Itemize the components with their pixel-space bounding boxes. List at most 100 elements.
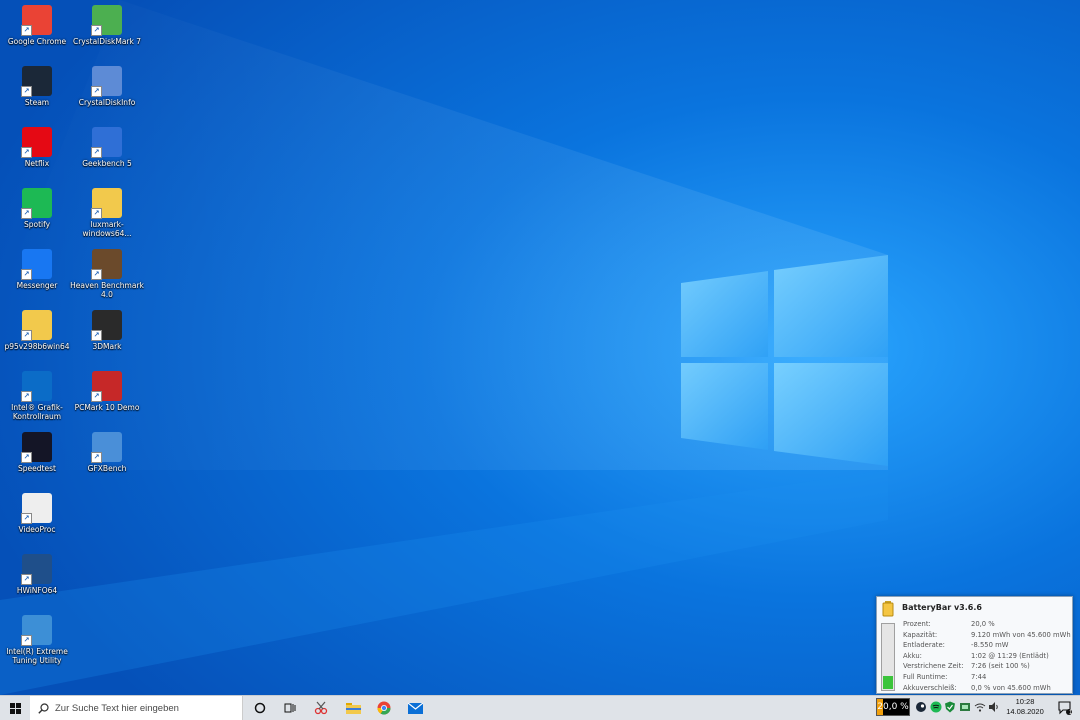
desktop-icon-label: PCMark 10 Demo [74,403,140,412]
batterybar-tray-meter[interactable]: 20,0 % [876,698,910,716]
desktop-icon-label: Intel® Grafik-Kontrollraum [11,403,63,421]
desktop-icon[interactable]: ↗ GFXBench [70,427,144,473]
shortcut-arrow-icon: ↗ [21,147,32,158]
battery-info-value: -8.550 mW [971,641,1009,650]
wifi-icon[interactable] [974,701,986,713]
desktop-icon[interactable]: ↗ HWiNFO64 [0,549,74,595]
cortana-icon [254,702,266,714]
shortcut-arrow-icon: ↗ [21,635,32,646]
hwinfo-icon: ↗ [21,554,52,585]
shortcut-arrow-icon: ↗ [91,86,102,97]
taskbar-chrome[interactable] [369,696,399,720]
crystaldiskinfo-icon: ↗ [91,66,122,97]
search-placeholder: Zur Suche Text hier eingeben [55,702,179,714]
battery-info-value: 7:26 (seit 100 %) [971,662,1030,671]
desktop-icon[interactable]: ↗ Heaven Benchmark 4.0 [70,244,144,299]
volume-icon[interactable] [988,701,1000,713]
desktop-icon-label: Google Chrome [7,37,67,46]
desktop-icon-label: p95v298b6win64 [4,342,70,351]
steam-icon: ↗ [21,66,52,97]
desktop-icon-label: Messenger [16,281,58,290]
gfxbench-icon: ↗ [91,432,122,463]
desktop-icon[interactable]: ↗ p95v298b6win64 [0,305,74,351]
shortcut-arrow-icon: ↗ [21,452,32,463]
desktop-icon[interactable]: ↗ Speedtest [0,427,74,473]
shortcut-arrow-icon: ↗ [91,391,102,402]
start-button[interactable] [0,696,30,720]
desktop-icon[interactable]: ↗ Google Chrome [0,0,74,46]
search-input[interactable]: Zur Suche Text hier eingeben [30,696,243,720]
folder-icon: ↗ [91,188,122,219]
battery-info-row: Akkuverschleiß: 0,0 % von 45.600 mWh [903,683,1071,694]
desktop-icon-label: GFXBench [87,464,127,473]
desktop-icon[interactable]: ↗ Intel® Grafik-Kontrollraum [0,366,74,421]
battery-info-value: 20,0 % [971,620,995,628]
clock-date: 14.08.2020 [1006,707,1044,716]
shortcut-arrow-icon: ↗ [21,208,32,219]
snipping-tool-icon [314,701,328,715]
battery-info-row: Verstrichene Zeit: 7:26 (seit 100 %) [903,661,1071,672]
task-view-icon [284,703,296,713]
shortcut-arrow-icon: ↗ [91,330,102,341]
desktop-icon-label: Spotify [23,220,51,229]
steam-tray-icon[interactable] [915,701,927,713]
spotify-tray-icon[interactable] [930,701,942,713]
desktop-icon[interactable]: ↗ Intel(R) Extreme Tuning Utility [0,610,74,665]
battery-info-key: Kapazität: [903,630,938,639]
shortcut-arrow-icon: ↗ [21,330,32,341]
intel-graphics-icon: ↗ [21,371,52,402]
desktop-icon[interactable]: ↗ CrystalDiskMark 7 [70,0,144,46]
shortcut-arrow-icon: ↗ [91,452,102,463]
clock-time: 10:28 [1015,697,1035,706]
shortcut-arrow-icon: ↗ [21,25,32,36]
shortcut-arrow-icon: ↗ [21,391,32,402]
battery-info-key: Akku: [903,651,922,660]
chrome-icon: ↗ [21,5,52,36]
taskbar-snipping-tool[interactable] [306,696,336,720]
battery-info-key: Full Runtime: [903,672,948,681]
action-center-button[interactable]: 1 [1050,696,1080,720]
desktop-icon-label: Steam [24,98,50,107]
desktop-icon-label: CrystalDiskMark 7 [72,37,142,46]
pcmark-icon: ↗ [91,371,122,402]
battery-level-meter [881,623,895,691]
shortcut-arrow-icon: ↗ [21,574,32,585]
desktop-icon[interactable]: ↗ Netflix [0,122,74,168]
desktop-icon[interactable]: ↗ luxmark-windows64... [70,183,144,238]
cortana-button[interactable] [245,696,275,720]
app-tray-icon[interactable] [959,701,971,713]
netflix-icon: ↗ [21,127,52,158]
taskbar-mail[interactable] [400,696,430,720]
folder-icon [345,703,361,714]
battery-info-key: Entladerate: [903,641,945,650]
security-tray-icon[interactable] [944,701,956,713]
desktop-icon-label: CrystalDiskInfo [78,98,136,107]
mail-icon [407,702,423,714]
shortcut-arrow-icon: ↗ [91,208,102,219]
desktop-icon[interactable]: ↗ Geekbench 5 [70,122,144,168]
heaven-benchmark-icon: ↗ [91,249,122,280]
desktop-icon[interactable]: ↗ Steam [0,61,74,107]
taskbar-file-explorer[interactable] [338,696,368,720]
intel-xtu-icon: ↗ [21,615,52,646]
desktop-icon-label: Netflix [24,159,50,168]
battery-info-value: 9.120 mWh von 45.600 mWh [971,630,1071,639]
desktop-icon[interactable]: ↗ PCMark 10 Demo [70,366,144,412]
desktop-wallpaper [0,0,1080,695]
desktop-icon[interactable]: ↗ CrystalDiskInfo [70,61,144,107]
3dmark-icon: ↗ [91,310,122,341]
desktop-icon[interactable]: ↗ Messenger [0,244,74,290]
shortcut-arrow-icon: ↗ [91,269,102,280]
taskbar: Zur Suche Text hier eingeben 20,0 % 10:2… [0,695,1080,720]
shortcut-arrow-icon: ↗ [91,25,102,36]
battery-info-key: Prozent: [903,620,931,628]
search-icon [38,702,49,714]
desktop-icon-label: 3DMark [92,342,122,351]
battery-icon [882,601,894,617]
task-view-button[interactable] [275,696,305,720]
desktop-icon[interactable]: ↗ 3DMark [70,305,144,351]
taskbar-clock[interactable]: 10:28 14.08.2020 [1002,697,1048,717]
battery-info-row: Entladerate: -8.550 mW [903,640,1071,651]
desktop-icon[interactable]: ↗ VideoProc [0,488,74,534]
desktop-icon[interactable]: ↗ Spotify [0,183,74,229]
